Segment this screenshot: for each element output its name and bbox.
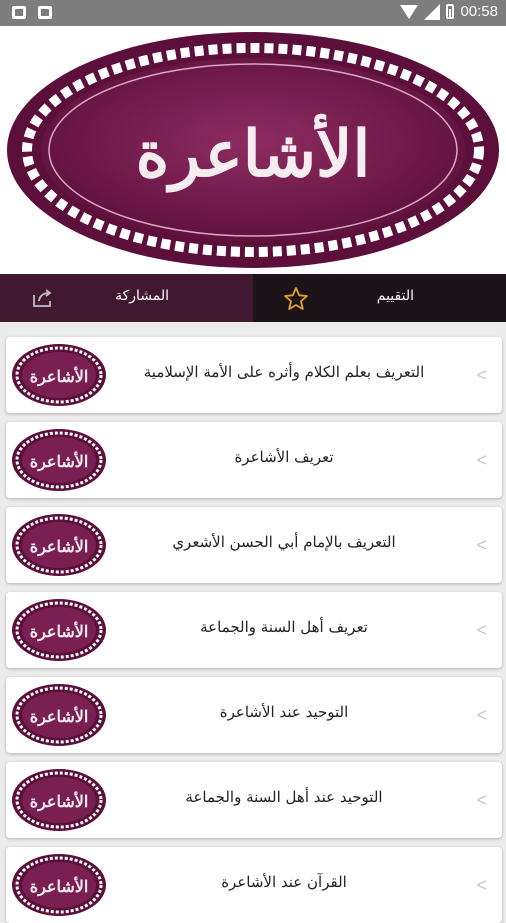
list-item-title: التعريف بعلم الكلام وأثره على الأمة الإس… (143, 363, 425, 381)
list-item-logo-text: الأشاعرة (30, 791, 89, 812)
tab-rate-label: التقييم (376, 288, 414, 304)
list-item[interactable]: < التعريف بعلم الكلام وأثره على الأمة ال… (6, 337, 502, 413)
list-item-logo-text: الأشاعرة (30, 706, 89, 727)
chevron-left-icon: < (476, 535, 487, 555)
chevron-left-icon: < (476, 790, 487, 810)
status-time: 00:58 (460, 3, 498, 20)
list-item-title: التوحيد عند الأشاعرة (219, 703, 349, 721)
list-item-title: تعريف الأشاعرة (234, 448, 334, 466)
image-notification-icon (12, 6, 26, 19)
chevron-left-icon: < (476, 875, 487, 895)
list-item[interactable]: < التعريف بالإمام أبي الحسن الأشعري الأش… (6, 507, 502, 583)
list-item-logo-text: الأشاعرة (30, 876, 89, 897)
list-item-logo: الأشاعرة (12, 344, 106, 406)
chevron-left-icon: < (476, 450, 487, 470)
list-item-logo: الأشاعرة (12, 854, 106, 916)
header-logo-text: الأشاعرة (136, 114, 370, 193)
header-banner: الأشاعرة (0, 26, 506, 274)
share-icon (33, 289, 52, 307)
star-icon (284, 287, 308, 310)
list-item-title: تعريف أهل السنة والجماعة (200, 618, 368, 636)
list-item-logo: الأشاعرة (12, 599, 106, 661)
chevron-left-icon: < (476, 365, 487, 385)
chevron-left-icon: < (476, 620, 487, 640)
list-item[interactable]: < التوحيد عند الأشاعرة الأشاعرة (6, 677, 502, 753)
list-item-logo-text: الأشاعرة (30, 621, 89, 642)
list-item-title: التعريف بالإمام أبي الحسن الأشعري (172, 533, 396, 551)
list-item[interactable]: < التوحيد عند أهل السنة والجماعة الأشاعر… (6, 762, 502, 838)
list-item[interactable]: < تعريف الأشاعرة الأشاعرة (6, 422, 502, 498)
list-item-logo: الأشاعرة (12, 429, 106, 491)
tab-rate[interactable]: التقييم (253, 274, 506, 322)
list-item-logo: الأشاعرة (12, 514, 106, 576)
list-item-logo: الأشاعرة (12, 684, 106, 746)
battery-icon (446, 4, 455, 19)
wifi-icon (400, 4, 419, 19)
list-item-title: القرآن عند الأشاعرة (221, 873, 347, 891)
app-notification-icon (38, 6, 52, 19)
list-item-logo-text: الأشاعرة (30, 366, 89, 387)
chevron-left-icon: < (476, 705, 487, 725)
list-item[interactable]: < القرآن عند الأشاعرة الأشاعرة (6, 847, 502, 923)
list-item-logo: الأشاعرة (12, 769, 106, 831)
signal-icon (424, 3, 441, 20)
list-item[interactable]: < تعريف أهل السنة والجماعة الأشاعرة (6, 592, 502, 668)
tab-share[interactable]: المشاركة (0, 274, 253, 322)
tab-bar: المشاركة التقييم (0, 274, 506, 322)
list-item-logo-text: الأشاعرة (30, 536, 89, 557)
status-bar: 00:58 (0, 0, 506, 26)
header-logo: الأشاعرة (7, 32, 499, 268)
list-item-title: التوحيد عند أهل السنة والجماعة (185, 788, 383, 806)
tab-share-label: المشاركة (115, 288, 169, 304)
list-item-logo-text: الأشاعرة (30, 451, 89, 472)
